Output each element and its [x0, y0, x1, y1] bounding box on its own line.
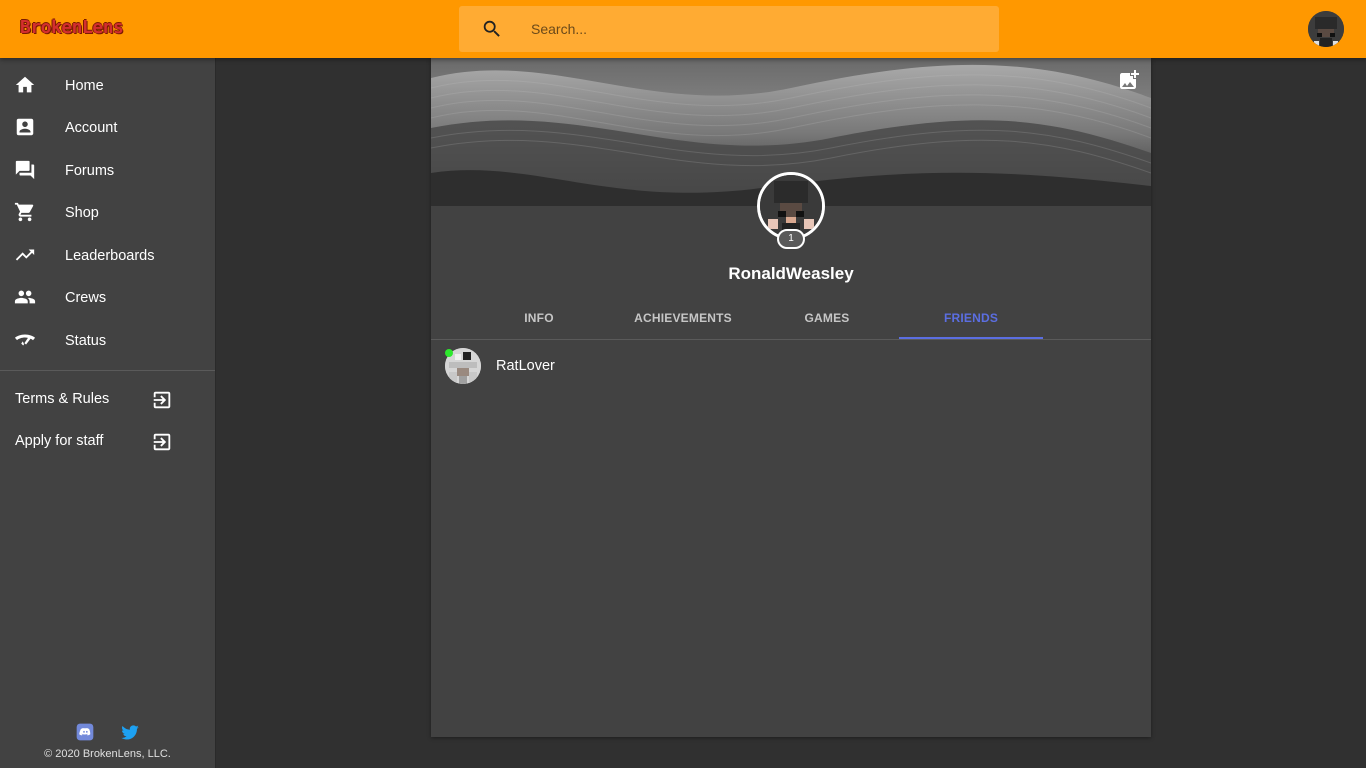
search-input[interactable]	[531, 6, 971, 52]
friend-list-item[interactable]: RatLover	[431, 344, 1151, 386]
sidebar-item-label: Forums	[65, 163, 115, 179]
app-bar: BrokenLens	[0, 0, 1366, 58]
sidebar-item-home[interactable]: Home	[0, 65, 215, 107]
sidebar-item-status[interactable]: Status	[0, 320, 215, 362]
sidebar-item-leaderboards[interactable]: Leaderboards	[0, 235, 215, 277]
account-box-icon	[16, 118, 34, 136]
people-icon	[14, 290, 36, 304]
home-icon	[15, 76, 35, 93]
sidebar-item-label: Status	[65, 333, 107, 349]
sidebar-item-label: Home	[65, 78, 104, 94]
avatar-image	[760, 175, 822, 237]
sidebar-divider	[0, 370, 215, 371]
sidebar-item-crews[interactable]: Crews	[0, 277, 215, 319]
tab-achievements[interactable]: ACHIEVEMENTS	[611, 298, 755, 339]
sidebar-item-forums[interactable]: Forums	[0, 150, 215, 192]
exit-to-app-icon	[153, 433, 171, 451]
edit-banner-icon[interactable]	[1117, 68, 1141, 92]
tab-friends[interactable]: FRIENDS	[899, 298, 1043, 339]
search-bar[interactable]	[459, 6, 999, 52]
level-badge: 1	[777, 229, 805, 249]
copyright-text: © 2020 BrokenLens, LLC.	[44, 748, 171, 760]
sidebar-item-account[interactable]: Account	[0, 107, 215, 149]
online-status-dot	[445, 349, 453, 357]
sidebar-item-label: Crews	[65, 290, 107, 306]
sidebar-item-label: Leaderboards	[65, 248, 155, 264]
discord-icon[interactable]	[75, 722, 95, 742]
friend-name: RatLover	[496, 358, 555, 374]
forum-icon	[15, 160, 35, 180]
sidebar-link-label: Apply for staff	[15, 433, 104, 449]
sidebar-link-terms-rules[interactable]: Terms & Rules	[0, 379, 215, 419]
wifi-signal-icon	[14, 334, 36, 346]
trending-up-icon	[15, 249, 35, 261]
twitter-icon[interactable]	[120, 722, 140, 742]
sidebar-item-shop[interactable]: Shop	[0, 192, 215, 234]
tab-info[interactable]: INFO	[467, 298, 611, 339]
sidebar-link-label: Terms & Rules	[15, 391, 110, 407]
profile-card: 1 RonaldWeasley INFO ACHIEVEMENTS GAMES …	[431, 58, 1151, 737]
profile-username: RonaldWeasley	[728, 264, 854, 283]
avatar-image	[1308, 11, 1344, 47]
search-icon	[483, 20, 500, 37]
sidebar: Home Account Forums Shop Leaderboards Cr…	[0, 58, 216, 768]
exit-to-app-icon	[153, 391, 171, 409]
profile-tabs: INFO ACHIEVEMENTS GAMES FRIENDS	[431, 298, 1151, 340]
logo[interactable]: BrokenLens	[20, 17, 124, 38]
user-avatar[interactable]	[1308, 11, 1344, 47]
sidebar-item-label: Account	[65, 120, 118, 136]
sidebar-item-label: Shop	[65, 205, 99, 221]
sidebar-link-apply-staff[interactable]: Apply for staff	[0, 421, 215, 461]
cart-icon	[14, 202, 34, 222]
tab-games[interactable]: GAMES	[755, 298, 899, 339]
